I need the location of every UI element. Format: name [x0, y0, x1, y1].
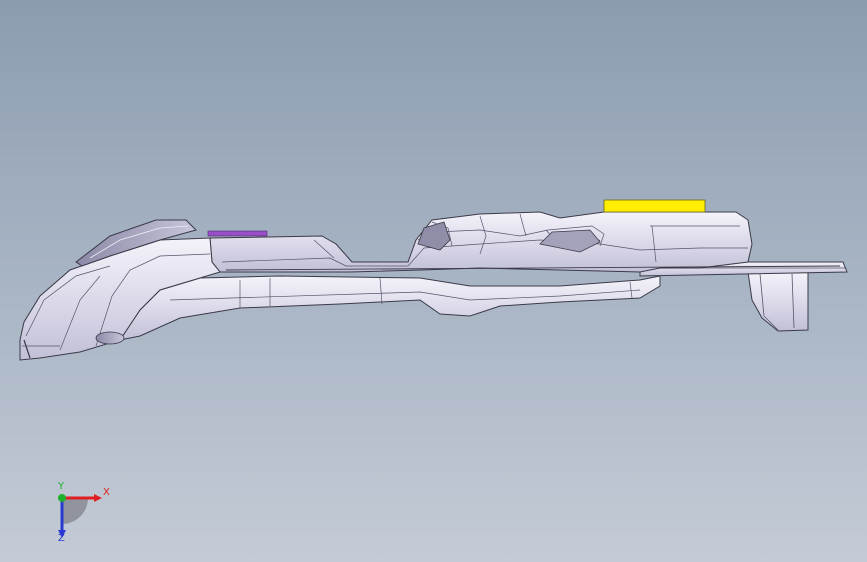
triad-plane-shade — [62, 498, 88, 524]
y-axis-dot — [58, 494, 66, 502]
purple-face-highlight[interactable] — [207, 230, 268, 237]
part-model[interactable] — [0, 0, 867, 562]
y-axis-label: Y — [58, 481, 65, 492]
x-axis-label: X — [103, 487, 110, 498]
cad-graphics-viewport[interactable]: X Y Z — [0, 0, 867, 562]
x-axis-arrowhead — [94, 494, 102, 502]
z-axis-label: Z — [58, 533, 65, 544]
bracket-tab — [747, 271, 809, 332]
lower-rail — [118, 275, 661, 341]
yellow-face-highlight[interactable] — [603, 199, 706, 213]
coordinate-triad: X Y Z — [40, 478, 120, 548]
